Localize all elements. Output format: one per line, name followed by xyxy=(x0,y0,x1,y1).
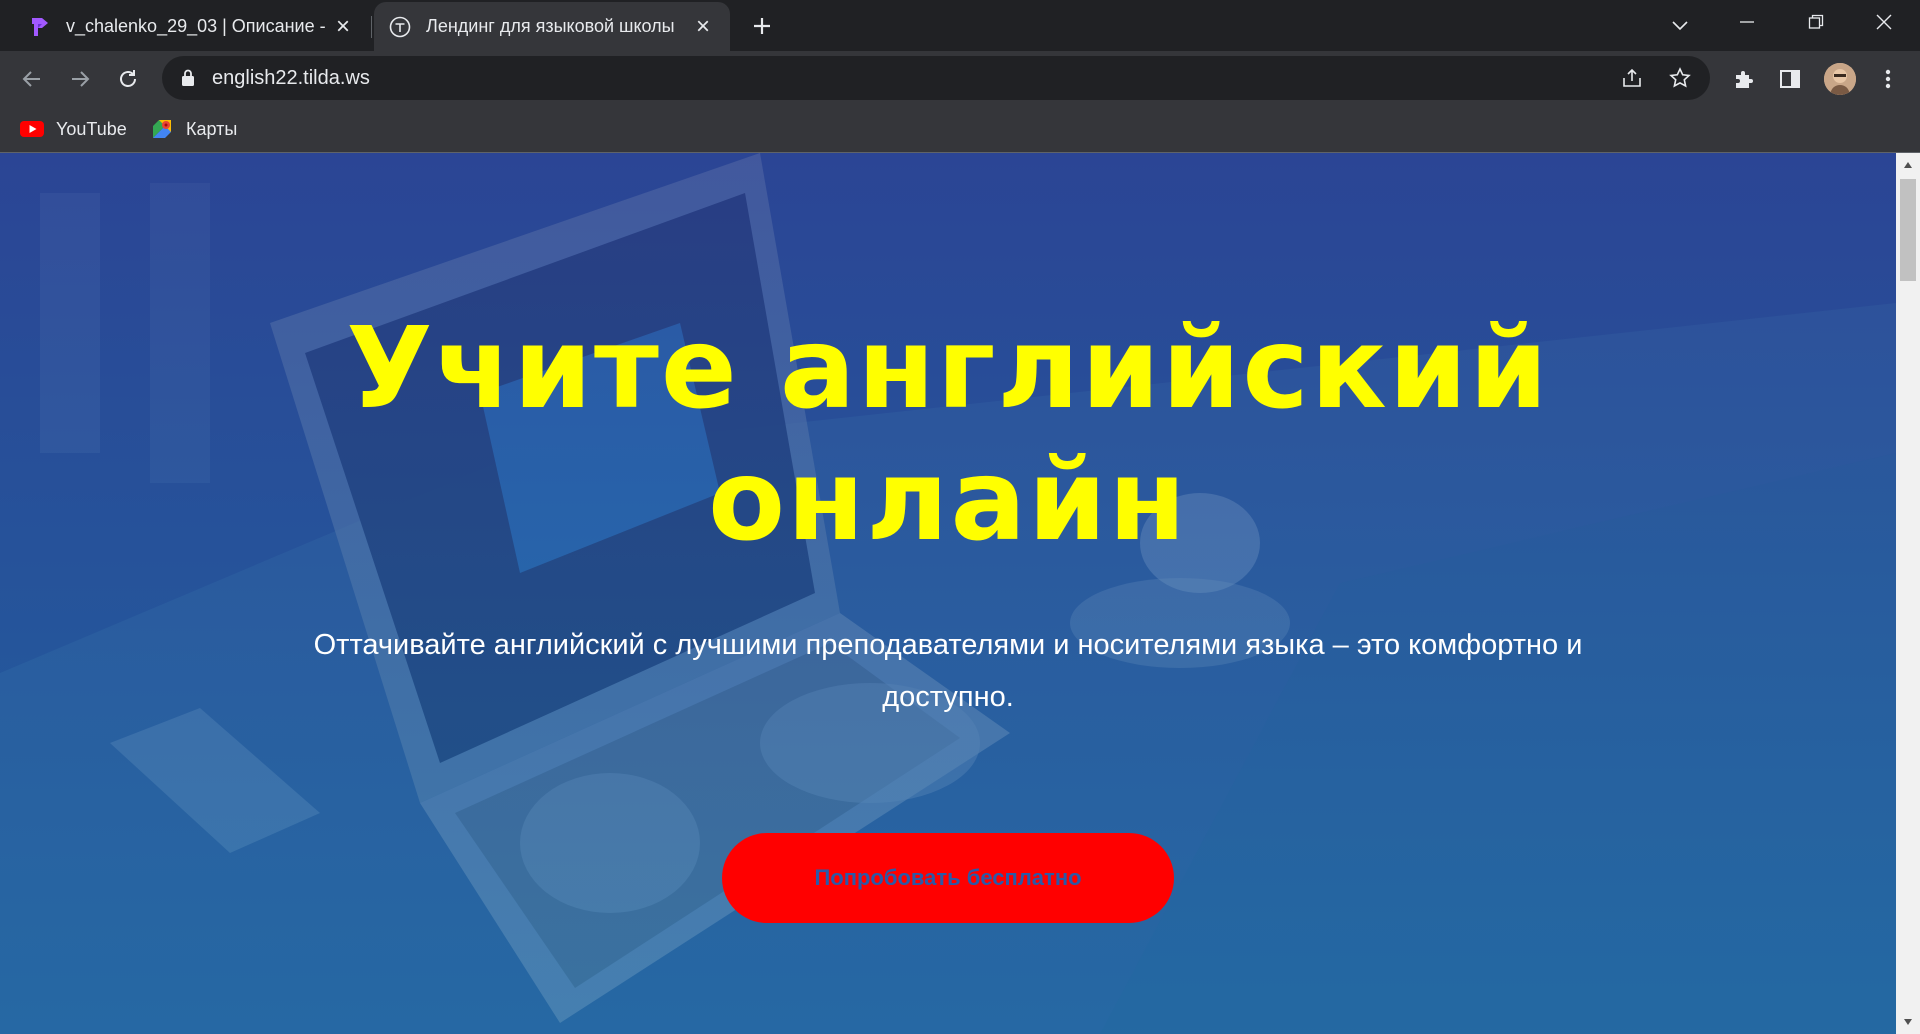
plus-icon xyxy=(754,18,770,34)
reload-button[interactable] xyxy=(108,59,148,99)
youtube-icon xyxy=(20,117,44,141)
maps-icon xyxy=(150,117,174,141)
forward-button[interactable] xyxy=(60,59,100,99)
browser-toolbar: english22.tilda.ws xyxy=(0,51,1920,106)
scroll-down-arrow-icon[interactable] xyxy=(1896,1010,1920,1034)
scroll-up-arrow-icon[interactable] xyxy=(1896,153,1920,177)
arrow-left-icon xyxy=(22,71,40,87)
figma-like-app-icon xyxy=(28,15,52,39)
tab-separator xyxy=(371,16,372,38)
side-panel-icon xyxy=(1780,70,1800,88)
tab-strip: v_chalenko_29_03 | Описание - ( × Лендин… xyxy=(0,0,1920,51)
reload-icon xyxy=(120,70,136,87)
tab-close-icon[interactable]: × xyxy=(690,13,716,40)
minimize-icon xyxy=(1740,21,1754,23)
tab-close-icon[interactable]: × xyxy=(330,13,356,40)
bookmark-star-button[interactable] xyxy=(1664,62,1696,94)
close-icon xyxy=(1876,14,1892,30)
hero-title-line: Учите английский xyxy=(346,304,1550,434)
lock-icon[interactable] xyxy=(180,68,196,88)
share-button[interactable] xyxy=(1616,62,1648,94)
puzzle-icon xyxy=(1736,71,1753,88)
hero-section: Учите английский онлайн Оттачивайте англ… xyxy=(0,153,1896,1034)
tab-title: Лендинг для языковой школы xyxy=(426,16,675,36)
url-text[interactable]: english22.tilda.ws xyxy=(212,67,370,90)
bookmark-label: YouTube xyxy=(56,118,127,139)
new-tab-button[interactable] xyxy=(744,10,780,42)
tab-search-button[interactable] xyxy=(1664,10,1696,42)
bookmark-label: Карты xyxy=(186,118,238,139)
chevron-down-icon xyxy=(1672,21,1688,31)
back-button[interactable] xyxy=(12,59,52,99)
menu-button[interactable] xyxy=(1872,63,1904,95)
hero-title: Учите английский онлайн xyxy=(0,303,1896,567)
minimize-button[interactable] xyxy=(1713,0,1781,44)
share-icon xyxy=(1623,68,1641,87)
hero-title-line: онлайн xyxy=(708,436,1188,566)
restore-button[interactable] xyxy=(1782,0,1850,44)
arrow-right-icon xyxy=(72,71,90,87)
more-vert-icon xyxy=(1885,69,1891,89)
side-panel-button[interactable] xyxy=(1774,63,1806,95)
tab-title: v_chalenko_29_03 | Описание - ( xyxy=(66,16,330,36)
page-viewport: Учите английский онлайн Оттачивайте англ… xyxy=(0,153,1920,1034)
bookmarks-bar: YouTube Карты xyxy=(0,106,1920,153)
profile-avatar[interactable] xyxy=(1824,63,1856,95)
tab-v-chalenko[interactable]: v_chalenko_29_03 | Описание - ( × xyxy=(14,2,370,51)
restore-icon xyxy=(1808,14,1824,29)
close-window-button[interactable] xyxy=(1850,0,1918,44)
hero-subtitle: Оттачивайте английский с лучшими препода… xyxy=(313,629,1583,713)
scrollbar-thumb[interactable] xyxy=(1900,179,1916,281)
vertical-scrollbar[interactable] xyxy=(1896,153,1920,1034)
address-bar[interactable]: english22.tilda.ws xyxy=(162,56,1710,100)
try-free-button[interactable]: Попробовать бесплатно xyxy=(722,833,1174,923)
bookmark-youtube[interactable]: YouTube xyxy=(20,106,127,152)
extensions-button[interactable] xyxy=(1728,63,1760,95)
bookmark-maps[interactable]: Карты xyxy=(150,106,237,152)
tab-landing[interactable]: Лендинг для языковой школы × xyxy=(374,2,730,51)
avatar-icon xyxy=(1824,63,1856,95)
tilda-icon xyxy=(388,15,412,39)
star-icon xyxy=(1669,67,1691,88)
